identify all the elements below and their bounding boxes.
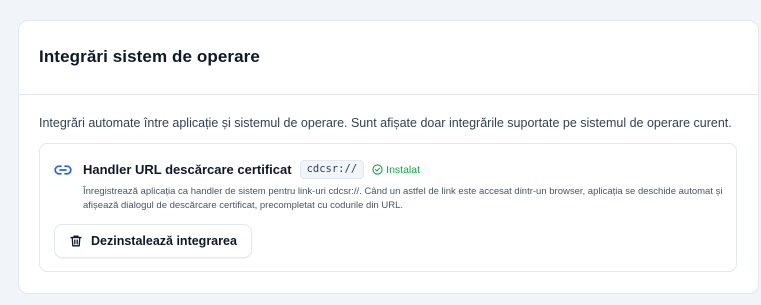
protocol-badge: cdcsr:// xyxy=(299,160,365,179)
page: Integrări sistem de operare Integrări au… xyxy=(0,0,761,305)
card-body: Integrări automate între aplicație și si… xyxy=(19,95,758,272)
link-icon xyxy=(54,163,72,177)
status-badge: Instalat xyxy=(372,164,420,176)
uninstall-button-label: Dezinstalează integrarea xyxy=(91,234,237,248)
uninstall-integration-button[interactable]: Dezinstalează integrarea xyxy=(54,224,252,258)
status-label: Instalat xyxy=(386,163,421,176)
section-description: Integrări automate între aplicație și si… xyxy=(39,116,732,130)
check-circle-icon xyxy=(372,164,383,175)
card-header: Integrări sistem de operare xyxy=(19,21,758,95)
integration-title: Handler URL descărcare certificat xyxy=(83,162,292,177)
integration-item: Handler URL descărcare certificat cdcsr:… xyxy=(39,143,737,272)
integration-header: Handler URL descărcare certificat cdcsr:… xyxy=(54,160,420,179)
trash-icon xyxy=(69,234,83,248)
section-title: Integrări sistem de operare xyxy=(39,46,260,66)
integration-description: Înregistrează aplicația ca handler de si… xyxy=(83,186,723,211)
os-integrations-card: Integrări sistem de operare Integrări au… xyxy=(18,20,759,294)
